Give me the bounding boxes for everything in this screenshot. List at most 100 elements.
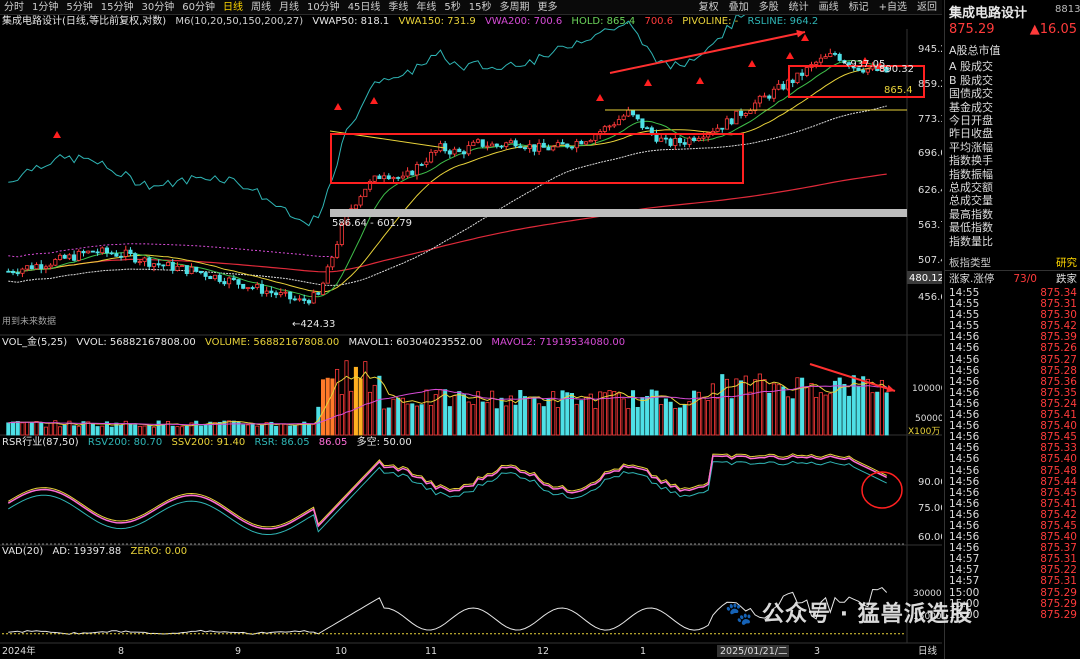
volume-bar bbox=[170, 425, 175, 436]
timeframe-5[interactable]: 60分钟 bbox=[178, 0, 219, 15]
limit-label: 涨家.涨停 bbox=[949, 273, 995, 285]
volume-bar bbox=[461, 394, 466, 436]
stat-item-9[interactable]: 指数振幅 bbox=[949, 168, 1077, 181]
vol-unit: X100万 bbox=[908, 427, 940, 437]
volume-bar bbox=[828, 393, 833, 436]
stat-item-3[interactable]: 国债成交 bbox=[949, 87, 1077, 100]
volume-bar bbox=[386, 407, 391, 436]
timeframe-13[interactable]: 5秒 bbox=[440, 0, 464, 15]
volume-bar bbox=[677, 407, 683, 436]
tool-button-2[interactable]: 多股 bbox=[754, 0, 784, 15]
timeframe-3[interactable]: 15分钟 bbox=[97, 0, 138, 15]
candle-body bbox=[396, 177, 401, 179]
volume-bar bbox=[499, 397, 504, 436]
stat-item-2[interactable]: B 股成交 bbox=[949, 74, 1077, 87]
timeframe-0[interactable]: 分时 bbox=[0, 0, 28, 15]
stat-item-6[interactable]: 昨日收盘 bbox=[949, 127, 1077, 140]
candle-body bbox=[325, 266, 330, 284]
candle-body bbox=[194, 266, 199, 272]
volume-bar bbox=[330, 378, 335, 436]
timeframe-2[interactable]: 5分钟 bbox=[62, 0, 96, 15]
candle-body bbox=[208, 276, 213, 280]
timeframe-15[interactable]: 多周期 bbox=[496, 0, 534, 15]
stat-item-4[interactable]: 基金成交 bbox=[949, 101, 1077, 114]
stat-item-13[interactable]: 最低指数 bbox=[949, 221, 1077, 234]
stat-item-11[interactable]: 总成交量 bbox=[949, 194, 1077, 207]
timeframe-4[interactable]: 30分钟 bbox=[137, 0, 178, 15]
stat-item-7[interactable]: 平均涨幅 bbox=[949, 141, 1077, 154]
tool-button-6[interactable]: +自选 bbox=[874, 0, 912, 15]
x-tick-4: 11 bbox=[425, 646, 437, 657]
signal-triangle-3 bbox=[596, 94, 604, 101]
volume-bar bbox=[635, 406, 640, 436]
period-toolbar: 分时 1分钟 5分钟 15分钟 30分钟 60分钟 日线 周线 月线 10分钟 45日线 季线 年线 5秒… bbox=[0, 0, 942, 15]
tool-button-0[interactable]: 复权 bbox=[694, 0, 724, 15]
timeframe-7[interactable]: 周线 bbox=[247, 0, 275, 15]
rsr-tick-1: 75.00 bbox=[918, 503, 942, 514]
candle-body bbox=[245, 287, 250, 289]
timeframe-10[interactable]: 45日线 bbox=[344, 0, 385, 15]
volume-bar bbox=[161, 424, 166, 436]
volume-bar bbox=[574, 403, 579, 436]
volume-bar bbox=[785, 396, 791, 436]
volume-bar bbox=[377, 375, 382, 436]
tick-time: 14:57 bbox=[949, 575, 980, 588]
price-tag: 480.12 bbox=[909, 273, 942, 284]
volume-bar bbox=[645, 395, 650, 436]
volume-bar bbox=[283, 424, 288, 436]
volume-bar bbox=[137, 425, 142, 436]
timeframe-6[interactable]: 日线 bbox=[219, 0, 247, 15]
volume-bar bbox=[682, 404, 687, 436]
tool-button-4[interactable]: 画线 bbox=[814, 0, 844, 15]
tool-button-5[interactable]: 标记 bbox=[844, 0, 874, 15]
volume-bar bbox=[335, 368, 340, 436]
candle-body bbox=[466, 145, 471, 155]
candle-body bbox=[630, 109, 636, 116]
volume-bar bbox=[292, 424, 297, 436]
stat-item-10[interactable]: 总成交额 bbox=[949, 181, 1077, 194]
candle-body bbox=[734, 110, 739, 125]
stat-item-5[interactable]: 今日开盘 bbox=[949, 114, 1077, 127]
signal-triangle-6 bbox=[748, 60, 756, 67]
stat-item-12[interactable]: 最高指数 bbox=[949, 208, 1077, 221]
volume-bar bbox=[809, 382, 814, 436]
candle-body bbox=[95, 251, 100, 254]
tool-button-7[interactable]: 返回 bbox=[912, 0, 942, 15]
volume-bar bbox=[382, 408, 387, 436]
stat-item-1[interactable]: A 股成交 bbox=[949, 60, 1077, 73]
candle-body bbox=[405, 170, 410, 177]
timeframe-16[interactable]: 更多 bbox=[534, 0, 562, 15]
stat-item-8[interactable]: 指数换手 bbox=[949, 154, 1077, 167]
candle-body bbox=[429, 151, 434, 163]
tool-button-1[interactable]: 叠加 bbox=[724, 0, 754, 15]
candle-body bbox=[90, 250, 95, 253]
volume-bar bbox=[471, 404, 476, 436]
volume-bar bbox=[588, 393, 593, 436]
volume-bar bbox=[847, 395, 852, 436]
volume-bar bbox=[532, 396, 537, 436]
volume-bar bbox=[128, 423, 133, 436]
tick-list[interactable]: 14:55 875.34 14:55 875.31 14:55 875.30 14:55 87… bbox=[949, 287, 1077, 621]
chart-area[interactable]: 集成电路设计(日线,等比前复权,对数) M6(10,20,50,150,200,… bbox=[0, 15, 942, 659]
volume-bar bbox=[842, 383, 847, 436]
timeframe-12[interactable]: 年线 bbox=[412, 0, 440, 15]
volume-bar bbox=[621, 398, 626, 436]
timeframe-9[interactable]: 10分钟 bbox=[303, 0, 344, 15]
rsv-line bbox=[8, 460, 887, 536]
timeframe-8[interactable]: 月线 bbox=[275, 0, 303, 15]
candle-body bbox=[828, 53, 833, 57]
candle-body bbox=[800, 72, 805, 76]
stat-item-0[interactable]: A股总市值 bbox=[949, 44, 1077, 57]
candle-body bbox=[569, 146, 575, 149]
volume-bar bbox=[692, 390, 697, 436]
volume-bar bbox=[753, 379, 758, 436]
candle-body bbox=[621, 115, 626, 120]
timeframe-11[interactable]: 季线 bbox=[384, 0, 412, 15]
tool-button-3[interactable]: 统计 bbox=[784, 0, 814, 15]
timeframe-1[interactable]: 1分钟 bbox=[28, 0, 62, 15]
volume-bar bbox=[20, 422, 25, 436]
candle-body bbox=[161, 264, 166, 267]
volume-bar bbox=[518, 390, 523, 436]
timeframe-14[interactable]: 15秒 bbox=[465, 0, 496, 15]
stat-item-14[interactable]: 指数量比 bbox=[949, 235, 1077, 248]
